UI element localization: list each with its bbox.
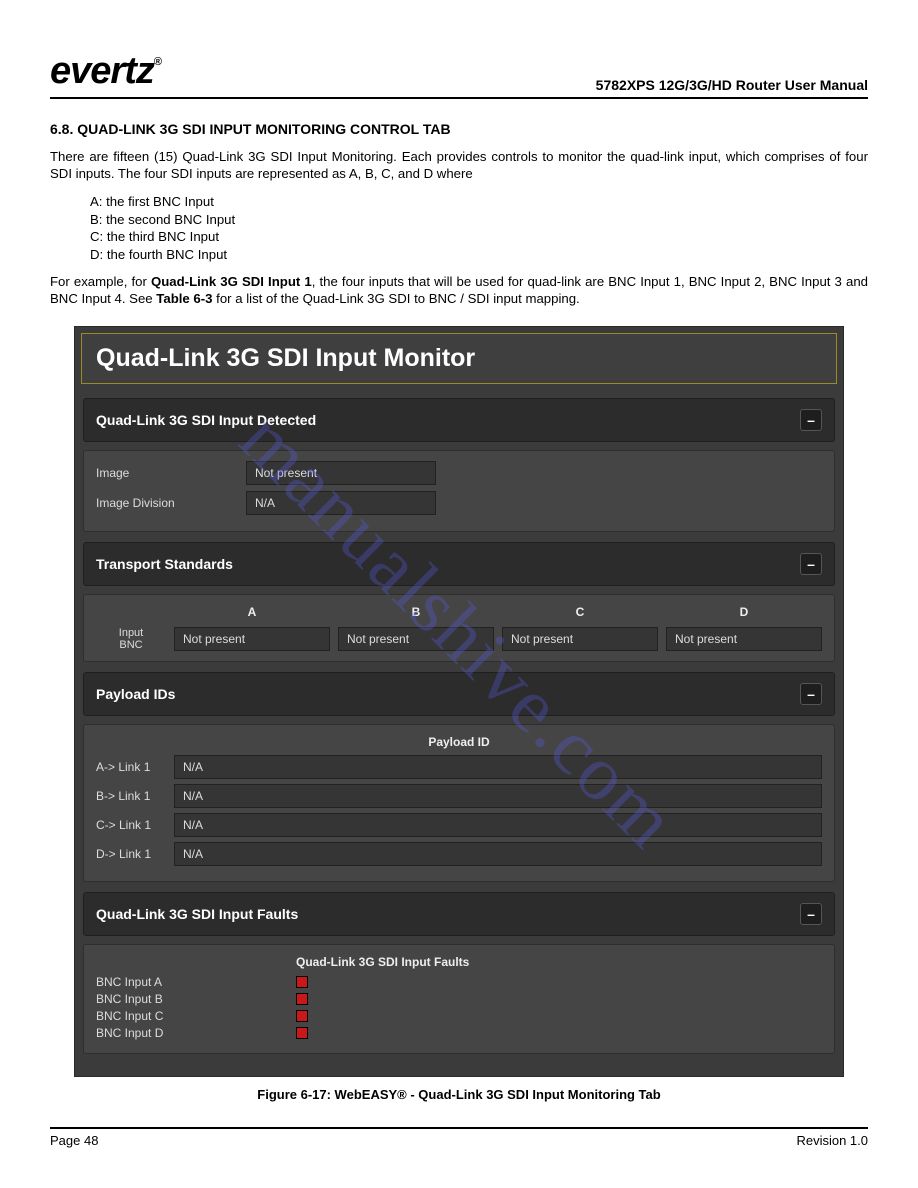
section-body-payload: Payload ID A-> Link 1 N/A B-> Link 1 N/A…	[83, 724, 835, 882]
field-value: N/A	[174, 784, 822, 808]
field-value: Not present	[338, 627, 494, 651]
row-label: D-> Link 1	[96, 847, 166, 861]
list-item: D: the fourth BNC Input	[90, 246, 868, 264]
field-row: Image Division N/A	[96, 491, 822, 515]
table-row: BNC Input B	[96, 992, 822, 1006]
status-led-icon	[296, 1010, 308, 1022]
collapse-button[interactable]: –	[800, 553, 822, 575]
section-header-label: Transport Standards	[96, 556, 233, 572]
section-heading: 6.8. QUAD-LINK 3G SDI INPUT MONITORING C…	[50, 121, 868, 137]
column-header: D	[666, 605, 822, 619]
intro-paragraph-1: There are fifteen (15) Quad-Link 3G SDI …	[50, 149, 868, 183]
row-label: A-> Link 1	[96, 760, 166, 774]
column-header: C	[502, 605, 658, 619]
logo-registered-mark: ®	[154, 56, 161, 68]
section-body-faults: Quad-Link 3G SDI Input Faults BNC Input …	[83, 944, 835, 1054]
page-footer: Page 48 Revision 1.0	[50, 1127, 868, 1148]
section-header-label: Quad-Link 3G SDI Input Faults	[96, 906, 298, 922]
table-row: BNC Input A	[96, 975, 822, 989]
section-body-detected: Image Not present Image Division N/A	[83, 450, 835, 532]
collapse-button[interactable]: –	[800, 903, 822, 925]
page-header: evertz® 5782XPS 12G/3G/HD Router User Ma…	[50, 50, 868, 99]
field-label: Image	[96, 466, 246, 480]
table-row: BNC Input C	[96, 1009, 822, 1023]
revision-label: Revision 1.0	[796, 1133, 868, 1148]
table-row: C-> Link 1 N/A	[96, 813, 822, 837]
field-value: Not present	[174, 627, 330, 651]
status-led-icon	[296, 993, 308, 1005]
screenshot-panel: Quad-Link 3G SDI Input Monitor Quad-Link…	[74, 326, 844, 1077]
status-led-icon	[296, 1027, 308, 1039]
section-body-transport: A B C D Input BNC Not present Not presen…	[83, 594, 835, 662]
field-value: N/A	[174, 755, 822, 779]
column-header: A	[174, 605, 330, 619]
list-item: C: the third BNC Input	[90, 228, 868, 246]
section-header-label: Quad-Link 3G SDI Input Detected	[96, 412, 316, 428]
section-header-faults[interactable]: Quad-Link 3G SDI Input Faults –	[83, 892, 835, 936]
list-item: A: the first BNC Input	[90, 193, 868, 211]
brand-logo: evertz®	[50, 50, 161, 93]
column-header: Payload ID	[96, 735, 822, 749]
row-label: BNC Input C	[96, 1009, 296, 1023]
row-label: BNC Input D	[96, 1026, 296, 1040]
status-led-icon	[296, 976, 308, 988]
field-row: Image Not present	[96, 461, 822, 485]
document-title: 5782XPS 12G/3G/HD Router User Manual	[596, 77, 868, 93]
row-label: BNC Input B	[96, 992, 296, 1006]
field-label: Image Division	[96, 496, 246, 510]
intro-paragraph-2: For example, for Quad-Link 3G SDI Input …	[50, 274, 868, 308]
section-header-label: Payload IDs	[96, 686, 175, 702]
row-label: C-> Link 1	[96, 818, 166, 832]
table-row: A-> Link 1 N/A	[96, 755, 822, 779]
table-row: BNC Input D	[96, 1026, 822, 1040]
field-value: Not present	[502, 627, 658, 651]
section-header-payload[interactable]: Payload IDs –	[83, 672, 835, 716]
row-label: Input BNC	[96, 627, 166, 651]
section-header-detected[interactable]: Quad-Link 3G SDI Input Detected –	[83, 398, 835, 442]
panel-title: Quad-Link 3G SDI Input Monitor	[81, 333, 837, 384]
row-label: BNC Input A	[96, 975, 296, 989]
collapse-button[interactable]: –	[800, 683, 822, 705]
row-label: B-> Link 1	[96, 789, 166, 803]
column-header: Quad-Link 3G SDI Input Faults	[296, 955, 822, 969]
field-value: N/A	[246, 491, 436, 515]
collapse-button[interactable]: –	[800, 409, 822, 431]
logo-text: evertz	[50, 50, 154, 92]
list-item: B: the second BNC Input	[90, 211, 868, 229]
page-number: Page 48	[50, 1133, 98, 1148]
section-header-transport[interactable]: Transport Standards –	[83, 542, 835, 586]
field-value: N/A	[174, 813, 822, 837]
field-value: Not present	[246, 461, 436, 485]
table-row: B-> Link 1 N/A	[96, 784, 822, 808]
figure-caption: Figure 6-17: WebEASY® - Quad-Link 3G SDI…	[50, 1087, 868, 1102]
column-header: B	[338, 605, 494, 619]
field-value: N/A	[174, 842, 822, 866]
field-value: Not present	[666, 627, 822, 651]
table-row: D-> Link 1 N/A	[96, 842, 822, 866]
